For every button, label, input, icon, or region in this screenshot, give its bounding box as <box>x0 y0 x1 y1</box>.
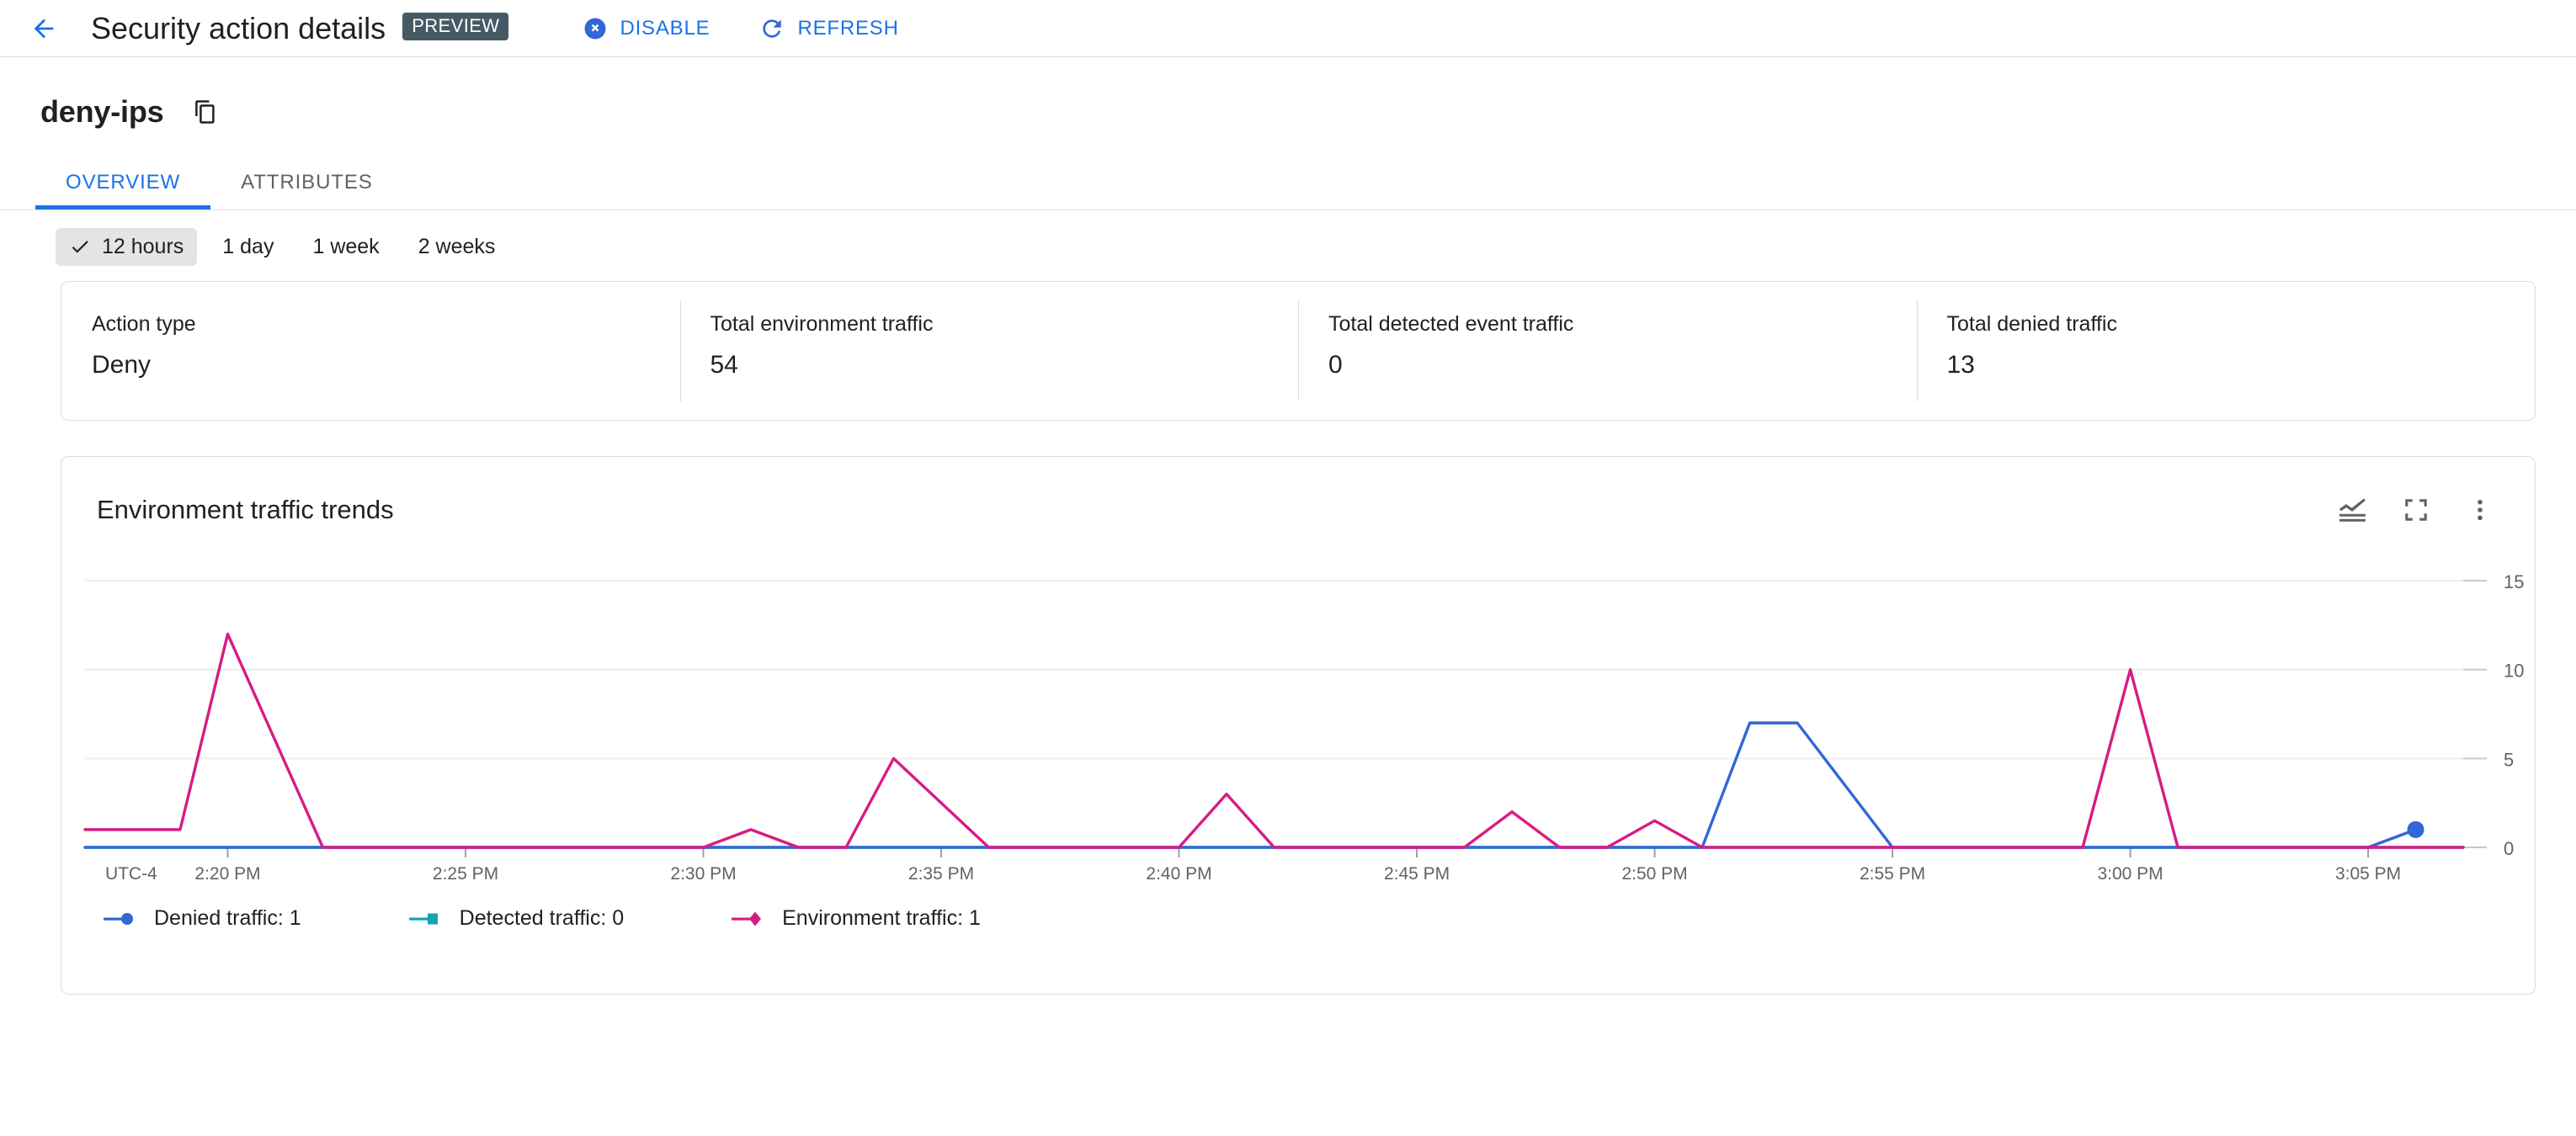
tab-bar: OVERVIEW ATTRIBUTES <box>0 155 2576 210</box>
resource-name: deny-ips <box>40 94 164 129</box>
stat-action-type: Action type Deny <box>61 282 680 420</box>
stat-total-detected-event-traffic: Total detected event traffic 0 <box>1298 282 1917 420</box>
stat-action-type-value: Deny <box>92 351 152 379</box>
svg-text:10: 10 <box>2504 661 2524 682</box>
svg-text:UTC-4: UTC-4 <box>105 864 157 884</box>
legend-label-environment-traffic: Environment traffic: 1 <box>782 906 981 930</box>
toolbar-actions: DISABLE REFRESH <box>569 8 934 49</box>
svg-text:3:00 PM: 3:00 PM <box>2097 864 2163 884</box>
stat-total-environment-traffic-label: Total environment traffic <box>710 312 934 336</box>
chart-type-button[interactable] <box>2326 484 2378 536</box>
svg-text:2:50 PM: 2:50 PM <box>1621 864 1687 884</box>
tab-overview[interactable]: OVERVIEW <box>35 155 211 210</box>
legend-item-detected-traffic[interactable]: Detected traffic: 0 <box>408 906 625 931</box>
chart-x-axis-labels: UTC-4 2:20 PM 2:25 PM 2:30 PM 2:35 PM 2:40 PM… <box>105 864 2401 884</box>
summary-stats-card: Action type Deny Total environment traff… <box>61 281 2536 421</box>
back-button[interactable] <box>20 5 67 52</box>
svg-text:2:30 PM: 2:30 PM <box>670 864 736 884</box>
svg-text:2:20 PM: 2:20 PM <box>194 864 260 884</box>
time-range-1-day-label: 1 day <box>222 234 274 258</box>
stat-total-denied-traffic-label: Total denied traffic <box>1946 312 2117 336</box>
svg-text:2:35 PM: 2:35 PM <box>908 864 974 884</box>
copy-icon <box>195 100 216 124</box>
legend-swatch-diamond-icon <box>732 910 769 928</box>
chart-x-axis <box>226 847 2370 857</box>
legend-swatch-circle-icon <box>104 910 141 928</box>
stat-total-environment-traffic: Total environment traffic 54 <box>679 282 1299 420</box>
time-range-1-day[interactable]: 1 day <box>209 228 287 266</box>
legend-label-detected-traffic: Detected traffic: 0 <box>459 906 625 930</box>
resource-header: deny-ips <box>0 57 2576 130</box>
copy-button[interactable] <box>189 95 222 129</box>
chart-plot-area[interactable]: 0 5 10 15 UTC-4 2:20 PM 2:25 PM 2:30 PM 2:35 PM… <box>61 546 2535 900</box>
arrow-back-icon <box>34 19 54 38</box>
fullscreen-button[interactable] <box>2390 484 2442 536</box>
legend-swatch-square-icon <box>408 910 446 928</box>
stat-action-type-label: Action type <box>92 312 196 336</box>
svg-text:2:25 PM: 2:25 PM <box>433 864 498 884</box>
stacked-line-chart-icon <box>2339 498 2366 522</box>
time-range-2-weeks-label: 2 weeks <box>418 234 496 258</box>
environment-traffic-trends-card: Environment traffic trends 0 5 10 15 UTC… <box>61 456 2536 995</box>
refresh-button-label: REFRESH <box>797 16 899 40</box>
svg-text:2:55 PM: 2:55 PM <box>1860 864 1925 884</box>
tab-attributes[interactable]: ATTRIBUTES <box>210 155 403 210</box>
top-app-bar: Security action details PREVIEW DISABLE … <box>0 0 2576 57</box>
time-range-1-week-label: 1 week <box>312 234 380 258</box>
chart-y-axis-labels: 0 5 10 15 <box>2504 571 2524 859</box>
chart-end-markers <box>2407 820 2424 838</box>
time-range-2-weeks[interactable]: 2 weeks <box>405 228 509 266</box>
more-vert-icon <box>2478 499 2483 521</box>
refresh-button[interactable]: REFRESH <box>745 8 912 49</box>
tab-overview-label: OVERVIEW <box>66 170 181 194</box>
stat-total-detected-event-traffic-value: 0 <box>1328 351 1343 379</box>
chart-toolbar <box>2314 484 2506 536</box>
chart-title: Environment traffic trends <box>97 495 394 524</box>
chart-series-lines <box>83 632 2465 849</box>
svg-text:15: 15 <box>2504 571 2524 592</box>
chart-gridlines <box>84 580 2488 849</box>
svg-text:2:45 PM: 2:45 PM <box>1384 864 1450 884</box>
cancel-circle-icon <box>583 16 608 41</box>
svg-text:0: 0 <box>2504 838 2514 859</box>
disable-button[interactable]: DISABLE <box>569 9 723 48</box>
chart-legend: Denied traffic: 1 Detected traffic: 0 En… <box>61 906 2535 931</box>
chart-header: Environment traffic trends <box>61 457 2535 536</box>
time-range-12-hours[interactable]: 12 hours <box>56 227 198 266</box>
fullscreen-expand-icon <box>2405 499 2427 521</box>
stat-total-environment-traffic-value: 54 <box>710 351 738 379</box>
time-range-1-week[interactable]: 1 week <box>299 228 392 266</box>
svg-text:5: 5 <box>2504 749 2514 770</box>
legend-item-environment-traffic[interactable]: Environment traffic: 1 <box>732 906 981 931</box>
legend-label-denied-traffic: Denied traffic: 1 <box>154 906 301 930</box>
disable-button-label: DISABLE <box>620 16 711 40</box>
more-options-button[interactable] <box>2454 484 2506 536</box>
svg-text:2:40 PM: 2:40 PM <box>1146 864 1211 884</box>
time-range-selector: 12 hours 1 day 1 week 2 weeks <box>0 210 2576 266</box>
stat-total-denied-traffic-value: 13 <box>1946 351 1975 379</box>
stat-total-denied-traffic: Total denied traffic 13 <box>1916 282 2536 420</box>
page-title: Security action details <box>91 10 386 45</box>
tab-attributes-label: ATTRIBUTES <box>241 170 373 194</box>
preview-badge: PREVIEW <box>402 13 509 40</box>
check-icon <box>69 236 91 257</box>
time-range-12-hours-label: 12 hours <box>102 234 184 258</box>
legend-item-denied-traffic[interactable]: Denied traffic: 1 <box>104 906 301 931</box>
traffic-trends-line-chart[interactable]: 0 5 10 15 UTC-4 2:20 PM 2:25 PM 2:30 PM 2:35 PM… <box>61 546 2535 900</box>
stat-total-detected-event-traffic-label: Total detected event traffic <box>1328 312 1574 336</box>
svg-text:3:05 PM: 3:05 PM <box>2335 864 2401 884</box>
refresh-icon <box>758 15 785 42</box>
